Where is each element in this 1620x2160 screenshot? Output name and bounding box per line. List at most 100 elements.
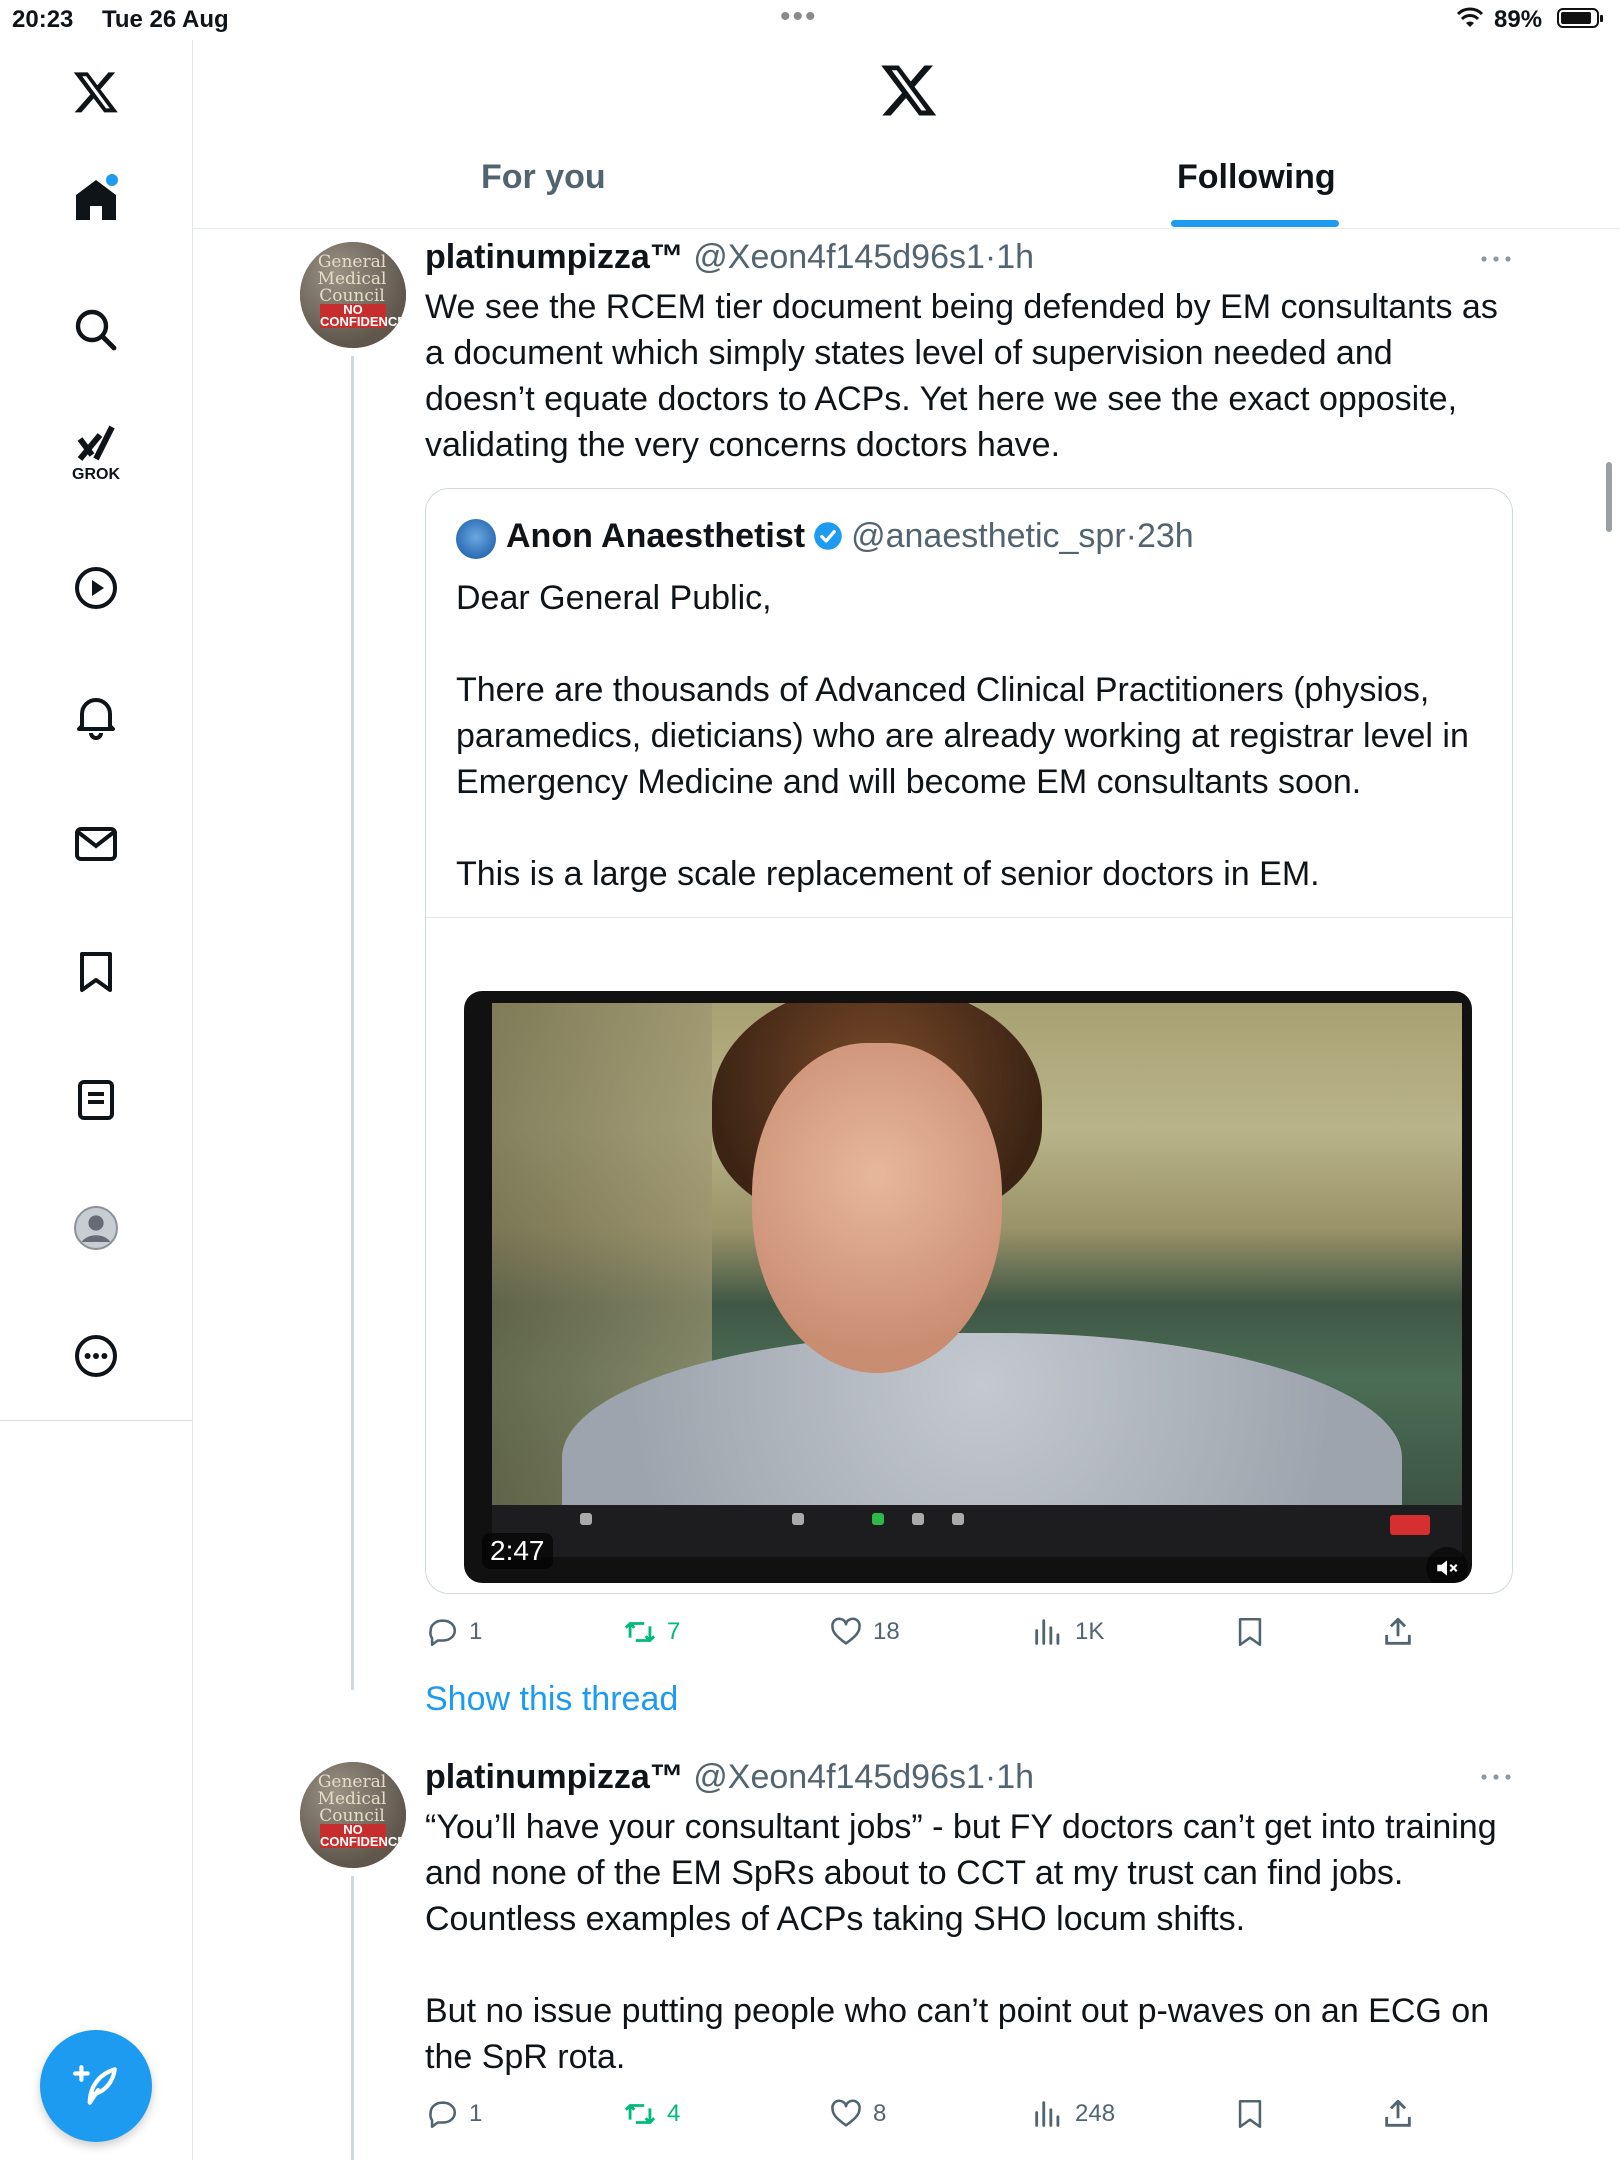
more-options-icon[interactable] <box>1478 252 1514 266</box>
quoted-tweet[interactable]: Anon Anaesthetist @anaesthetic_spr·23h De… <box>425 488 1513 1594</box>
mail-icon[interactable] <box>56 804 136 884</box>
quote-text: Dear General Public, There are thousands… <box>456 579 1469 893</box>
active-tab-indicator <box>1171 220 1339 227</box>
compose-post-icon <box>73 2065 117 2105</box>
reply-icon <box>429 1619 456 1647</box>
like-button[interactable]: 18 <box>829 1610 900 1654</box>
like-button[interactable]: 8 <box>829 2092 886 2136</box>
play-icon[interactable] <box>56 548 136 628</box>
sidebar: GROK <box>0 40 193 2160</box>
repost-icon <box>624 2104 656 2124</box>
views-button[interactable]: 248 <box>1031 2092 1115 2136</box>
tweet-text: “You’ll have your consultant jobs” - but… <box>425 1808 1497 2076</box>
avatar-badge: NO CONFIDENCE <box>320 1822 406 1849</box>
avatar-text: General Medical Council <box>317 1772 387 1826</box>
bookmark-icon <box>1238 2099 1262 2129</box>
grok-label: GROK <box>72 466 120 483</box>
quote-avatar <box>456 519 496 559</box>
repost-count: 4 <box>667 2100 681 2127</box>
views-chart-icon <box>1035 2101 1060 2127</box>
tweet-time[interactable]: 1h <box>996 238 1034 276</box>
bookmark-icon <box>1238 1617 1262 1647</box>
grok-icon[interactable]: GROK <box>56 410 136 490</box>
quote-header: Anon Anaesthetist @anaesthetic_spr·23h <box>506 517 1194 555</box>
video-frame <box>492 1003 1462 1505</box>
x-logo-icon[interactable] <box>56 52 136 132</box>
heart-icon <box>831 1617 861 1645</box>
bookmark-button[interactable] <box>1233 1610 1277 1654</box>
tab-for-you[interactable]: For you <box>481 158 606 197</box>
sidebar-divider <box>0 1420 192 1421</box>
x-logo-icon <box>881 65 937 116</box>
status-date: Tue 26 Aug <box>102 6 229 33</box>
tweet-time[interactable]: 1h <box>996 1758 1034 1796</box>
author-name[interactable]: platinumpizza™ <box>425 238 684 276</box>
avatar-text: General Medical Council <box>317 252 387 306</box>
battery-icon <box>1557 8 1603 28</box>
thread-line <box>351 1876 354 2160</box>
timeline-header: For you Following <box>193 40 1620 229</box>
reply-button[interactable]: 1 <box>425 1610 482 1654</box>
muted-speaker-icon <box>1437 1560 1458 1576</box>
status-time: 20:23 <box>12 6 74 33</box>
wifi-icon <box>1456 6 1484 37</box>
show-thread-link[interactable]: Show this thread <box>425 1680 678 1719</box>
like-count: 18 <box>873 1618 900 1645</box>
reply-count: 1 <box>469 1618 483 1645</box>
author-name[interactable]: platinumpizza™ <box>425 1758 684 1796</box>
share-button[interactable] <box>1381 1610 1425 1654</box>
tweet-text: We see the RCEM tier document being defe… <box>425 288 1508 464</box>
views-chart-icon <box>1035 1619 1060 1645</box>
video-call-toolbar <box>492 1505 1462 1557</box>
reply-count: 1 <box>469 2100 483 2127</box>
verified-badge-icon <box>814 522 842 550</box>
battery-percentage: 89% <box>1494 6 1543 33</box>
multitasking-dots-icon[interactable]: ••• <box>780 0 818 34</box>
tab-following[interactable]: Following <box>1177 158 1336 197</box>
bookmark-button[interactable] <box>1233 2092 1277 2136</box>
scrollbar[interactable] <box>1606 462 1612 532</box>
reply-icon <box>429 2101 456 2129</box>
notification-dot <box>106 174 118 186</box>
quote-time: 23h <box>1136 517 1194 555</box>
quote-divider <box>426 917 1512 918</box>
avatar-badge: NO CONFIDENCE <box>320 302 406 329</box>
video-player[interactable]: 2:47 <box>464 991 1472 1583</box>
quote-author-handle: @anaesthetic_spr <box>851 517 1126 555</box>
view-count: 248 <box>1075 2100 1116 2127</box>
avatar[interactable]: General Medical Council NO CONFIDENCE <box>300 1762 406 1868</box>
share-button[interactable] <box>1381 2092 1425 2136</box>
share-icon <box>1385 1617 1411 1645</box>
author-handle[interactable]: @Xeon4f145d96s1 <box>693 238 985 276</box>
thread-line <box>351 356 354 1690</box>
compose-post-button[interactable] <box>40 2030 152 2142</box>
tweet-header: platinumpizza™ @Xeon4f145d96s1·1h <box>425 238 1035 276</box>
repost-button[interactable]: 7 <box>623 1610 680 1654</box>
heart-icon <box>831 2099 861 2127</box>
avatar[interactable]: General Medical Council NO CONFIDENCE <box>300 242 406 348</box>
video-duration: 2:47 <box>482 1533 553 1569</box>
share-icon <box>1385 2099 1411 2127</box>
tweet-header: platinumpizza™ @Xeon4f145d96s1·1h <box>425 1758 1035 1796</box>
home-icon[interactable] <box>56 160 136 240</box>
search-icon[interactable] <box>56 290 136 370</box>
tweet-actions: 1 7 18 1K <box>425 1610 1525 1654</box>
author-handle[interactable]: @Xeon4f145d96s1 <box>693 1758 985 1796</box>
repost-count: 7 <box>667 1618 681 1645</box>
reply-button[interactable]: 1 <box>425 2092 482 2136</box>
view-count: 1K <box>1075 1618 1105 1645</box>
more-options-icon[interactable] <box>56 1316 136 1396</box>
more-options-icon[interactable] <box>1478 1770 1514 1784</box>
bookmark-icon[interactable] <box>56 932 136 1012</box>
bell-icon[interactable] <box>56 676 136 756</box>
profile-icon[interactable] <box>56 1188 136 1268</box>
like-count: 8 <box>873 2100 887 2127</box>
quote-author-name: Anon Anaesthetist <box>506 517 806 555</box>
tweet-actions: 1 4 8 248 <box>425 2092 1525 2136</box>
status-bar: 20:23 Tue 26 Aug ••• 89% <box>0 0 1620 40</box>
list-icon[interactable] <box>56 1060 136 1140</box>
mute-button[interactable] <box>1426 1547 1468 1583</box>
views-button[interactable]: 1K <box>1031 1610 1104 1654</box>
repost-button[interactable]: 4 <box>623 2092 680 2136</box>
repost-icon <box>624 1622 656 1642</box>
